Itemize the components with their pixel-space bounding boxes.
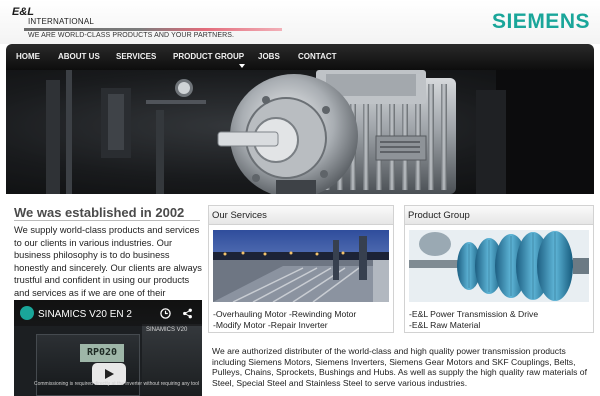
- company-logo[interactable]: E&L INTERNATIONAL WE ARE WORLD-CLASS PRO…: [10, 4, 290, 40]
- intro-title: We was established in 2002: [14, 205, 185, 220]
- nav-home[interactable]: HOME: [16, 52, 40, 61]
- nav-product-group[interactable]: PRODUCT GROUP: [173, 52, 244, 61]
- services-title[interactable]: Our Services: [209, 206, 393, 225]
- video-caption: Commissioning is required directly at th…: [34, 381, 200, 387]
- services-list: -Overhauling Motor -Rewinding Motor -Mod…: [213, 309, 356, 331]
- nav-services[interactable]: SERVICES: [116, 52, 156, 61]
- video-title[interactable]: SINAMICS V20 EN 2: [38, 309, 132, 320]
- share-icon[interactable]: [182, 308, 193, 319]
- product-group-line-2[interactable]: -E&L Raw Material: [409, 320, 538, 331]
- intro-text: We supply world-class products and servi…: [14, 225, 202, 310]
- nav-contact[interactable]: CONTACT: [298, 52, 337, 61]
- logo-subtitle: INTERNATIONAL: [28, 17, 95, 26]
- channel-avatar[interactable]: [20, 306, 34, 320]
- site-header: E&L INTERNATIONAL WE ARE WORLD-CLASS PRO…: [0, 0, 600, 44]
- nav-about-us[interactable]: ABOUT US: [58, 52, 100, 61]
- clock-icon[interactable]: [160, 308, 171, 319]
- logo-accent-bar: [24, 28, 282, 31]
- video-player[interactable]: RP020 SINAMICS V20 SINAMICS V20 EN 2 Com…: [14, 300, 202, 396]
- electric-motor-image: [6, 70, 594, 194]
- hero-banner: [6, 70, 594, 194]
- industrial-plant-image: [213, 230, 389, 302]
- inverter-side-label: SINAMICS V20: [146, 327, 188, 333]
- product-group-title[interactable]: Product Group: [405, 206, 593, 225]
- product-group-list: -E&L Power Transmission & Drive -E&L Raw…: [409, 309, 538, 331]
- services-panel: Our Services -Overhauling Motor -Rewindi…: [208, 205, 394, 333]
- turbine-rotor-image: [409, 230, 589, 302]
- nav-jobs[interactable]: JOBS: [258, 52, 280, 61]
- services-line-2[interactable]: -Modify Motor -Repair Inverter: [213, 320, 356, 331]
- inverter-display: RP020: [80, 344, 124, 362]
- logo-tagline: WE ARE WORLD-CLASS PRODUCTS AND YOUR PAR…: [28, 32, 235, 39]
- product-group-image[interactable]: [409, 230, 589, 302]
- intro-divider: [14, 220, 200, 221]
- main-nav: HOME ABOUT US SERVICES PRODUCT GROUP JOB…: [6, 44, 594, 70]
- about-text: We are authorized distributer of the wor…: [212, 346, 587, 388]
- services-image[interactable]: [213, 230, 389, 302]
- siemens-logo[interactable]: SIEMENS: [492, 10, 590, 34]
- chevron-down-icon: [239, 64, 245, 68]
- product-group-panel: Product Group -E&L Power Transmission & …: [404, 205, 594, 333]
- product-group-line-1[interactable]: -E&L Power Transmission & Drive: [409, 309, 538, 320]
- services-line-1[interactable]: -Overhauling Motor -Rewinding Motor: [213, 309, 356, 320]
